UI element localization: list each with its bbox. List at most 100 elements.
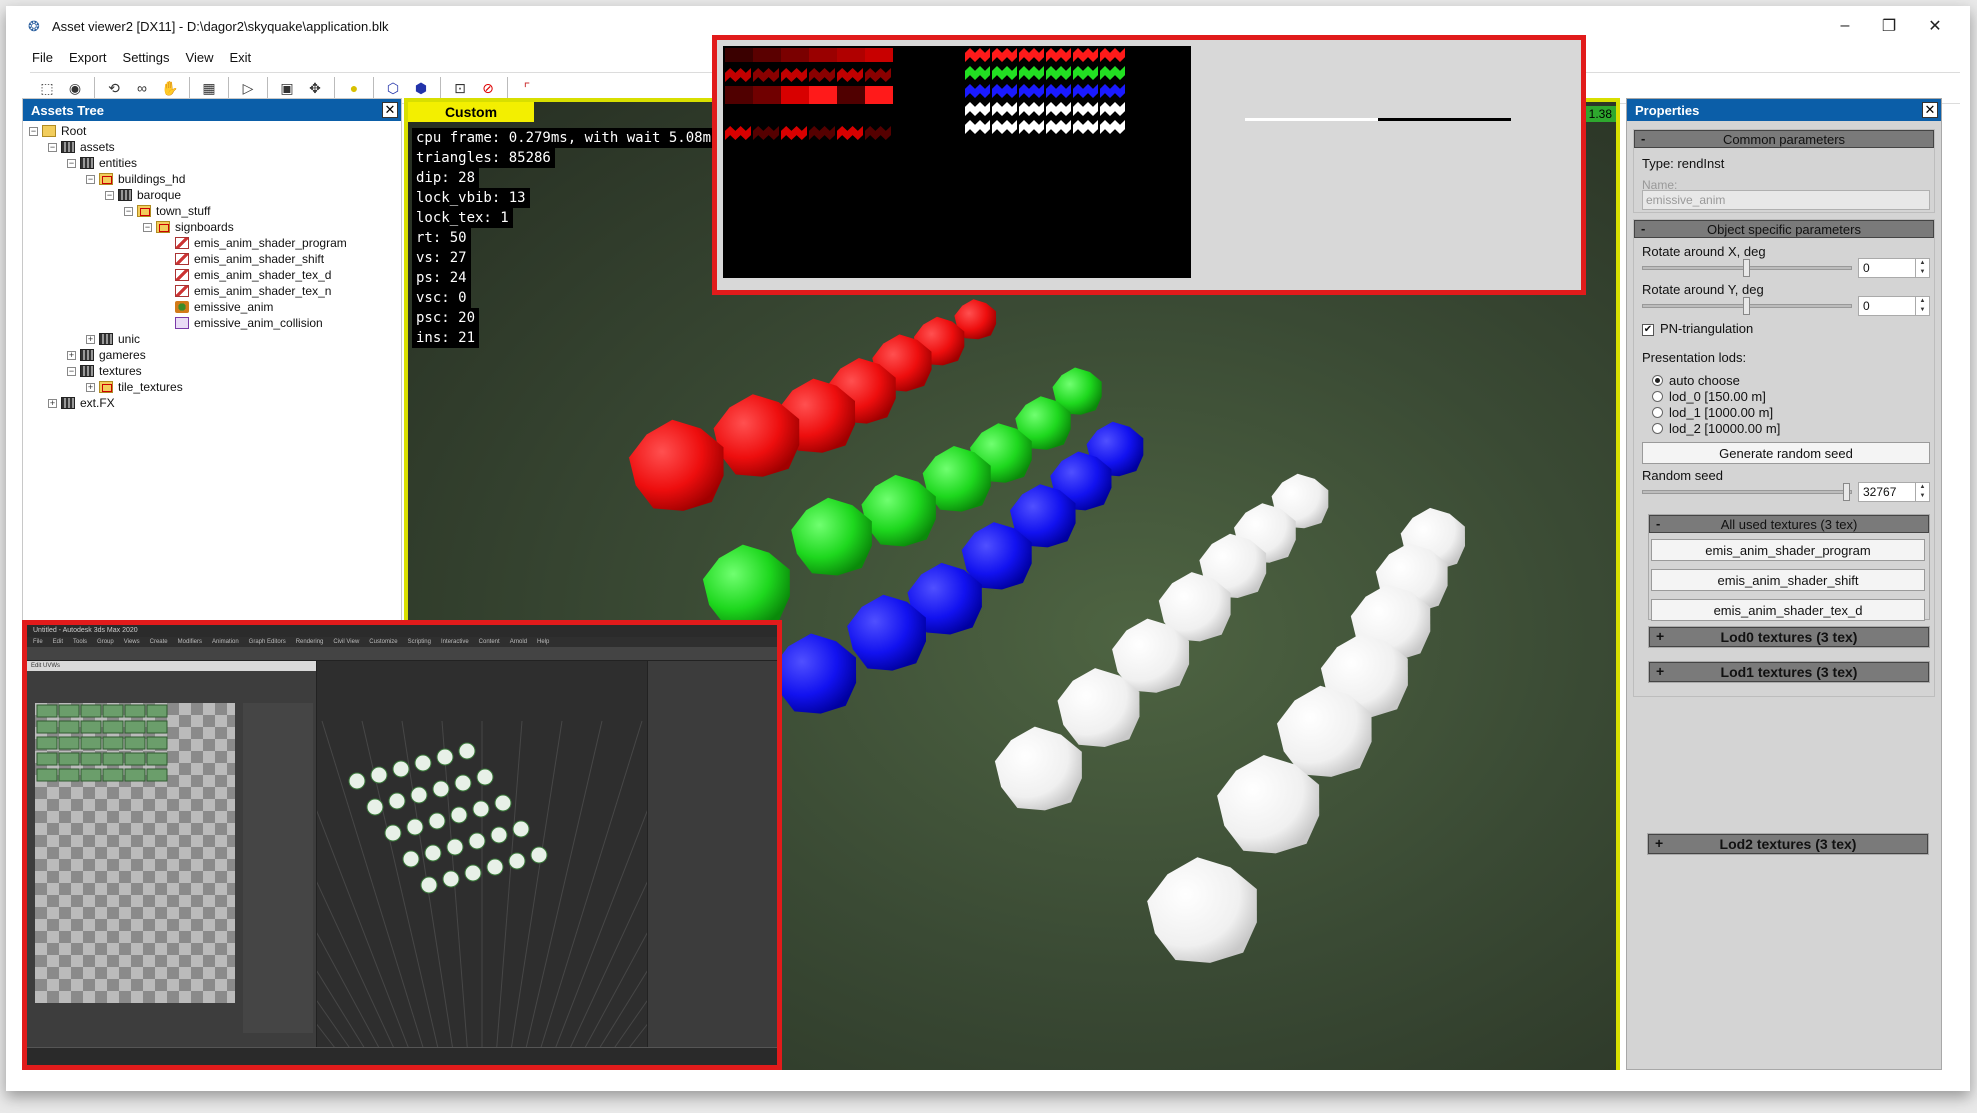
texture-cell bbox=[781, 48, 809, 62]
tree-item[interactable]: + unic bbox=[86, 331, 140, 347]
zoom-frame-icon[interactable]: ⊡ bbox=[449, 77, 471, 99]
tree-item[interactable]: − buildings_hd bbox=[86, 171, 185, 187]
texture-button[interactable]: emis_anim_shader_shift bbox=[1651, 569, 1925, 591]
rotate-y-slider-thumb[interactable] bbox=[1743, 297, 1750, 315]
window-icon[interactable]: ⌜ bbox=[516, 77, 538, 99]
no-render-icon[interactable]: ⊘ bbox=[477, 77, 499, 99]
menu-exit[interactable]: Exit bbox=[229, 50, 251, 70]
max-menu-item: Customize bbox=[369, 639, 398, 645]
menu-export[interactable]: Export bbox=[69, 50, 107, 70]
lod-option-2[interactable]: lod_2 [10000.00 m] bbox=[1652, 420, 1780, 436]
lod1-textures-header[interactable]: + Lod1 textures (3 tex) bbox=[1649, 662, 1929, 682]
light-icon[interactable]: ● bbox=[343, 77, 365, 99]
tree-item[interactable]: − signboards bbox=[143, 219, 234, 235]
uv-island bbox=[124, 768, 146, 782]
tree-expander-icon[interactable]: − bbox=[86, 174, 95, 184]
lod-option-auto[interactable]: auto choose bbox=[1652, 372, 1740, 388]
tree-expander-icon[interactable]: − bbox=[29, 126, 38, 136]
tree-expander-icon[interactable]: − bbox=[67, 158, 76, 168]
texture-button[interactable]: emis_anim_shader_tex_d bbox=[1651, 599, 1925, 621]
tree-item[interactable]: emissive_anim_collision bbox=[162, 315, 323, 331]
tree-item[interactable]: emis_anim_shader_shift bbox=[162, 251, 324, 267]
texture-cell bbox=[965, 48, 990, 62]
pn-triangulation-checkbox[interactable]: ✔ bbox=[1642, 324, 1654, 336]
tree-item[interactable]: + tile_textures bbox=[86, 379, 183, 395]
tree-expander-icon[interactable]: − bbox=[105, 190, 114, 200]
tree-expander-icon[interactable]: + bbox=[86, 334, 95, 344]
tree-item[interactable]: + ext.FX bbox=[48, 395, 115, 411]
max-menu-item: Civil View bbox=[333, 639, 360, 645]
random-seed-slider-thumb[interactable] bbox=[1843, 483, 1850, 501]
play-icon[interactable]: ▷ bbox=[237, 77, 259, 99]
rotate-y-slider[interactable] bbox=[1642, 297, 1852, 315]
random-seed-input[interactable]: 32767 ▲ ▼ bbox=[1858, 482, 1930, 502]
texture-button[interactable]: emis_anim_shader_program bbox=[1651, 539, 1925, 561]
radio-button[interactable] bbox=[1652, 390, 1663, 402]
tree-item[interactable]: − textures bbox=[67, 363, 142, 379]
spin-arrows-icon[interactable]: ▲ ▼ bbox=[1915, 483, 1929, 501]
maximize-button[interactable]: ❐ bbox=[1866, 6, 1912, 46]
tree-item[interactable]: − baroque bbox=[105, 187, 181, 203]
lod2-textures-header[interactable]: + Lod2 textures (3 tex) bbox=[1648, 834, 1928, 854]
tree-expander-icon[interactable]: + bbox=[67, 350, 76, 360]
radio-button[interactable] bbox=[1652, 422, 1663, 434]
transform-icon[interactable]: ✥ bbox=[304, 77, 326, 99]
minimize-button[interactable]: – bbox=[1822, 6, 1868, 46]
menu-settings[interactable]: Settings bbox=[123, 50, 170, 70]
texture-cell bbox=[1100, 120, 1125, 134]
assets-tree-close-button[interactable]: ✕ bbox=[382, 102, 398, 118]
rotate-x-slider-thumb[interactable] bbox=[1743, 259, 1750, 277]
lod-option-0[interactable]: lod_0 [150.00 m] bbox=[1652, 388, 1766, 404]
object-parameters-header[interactable]: - Object specific parameters bbox=[1634, 220, 1934, 238]
tree-item[interactable]: emis_anim_shader_program bbox=[162, 235, 347, 251]
rotate-x-slider[interactable] bbox=[1642, 259, 1852, 277]
spin-arrows-icon[interactable]: ▲ ▼ bbox=[1915, 297, 1929, 315]
tree-expander-icon[interactable]: − bbox=[48, 142, 57, 152]
tree-item[interactable]: emissive_anim bbox=[162, 299, 273, 315]
hand-icon[interactable]: ✋ bbox=[159, 77, 181, 99]
glasses-icon[interactable]: ∞ bbox=[131, 77, 153, 99]
tree-item[interactable]: + gameres bbox=[67, 347, 146, 363]
tree-item[interactable]: − Root bbox=[29, 123, 86, 139]
tree-item[interactable]: − assets bbox=[48, 139, 115, 155]
grid-icon[interactable]: ▦ bbox=[198, 77, 220, 99]
tree-expander-icon[interactable]: + bbox=[86, 382, 95, 392]
lod0-textures-header[interactable]: + Lod0 textures (3 tex) bbox=[1649, 627, 1929, 647]
rotate-x-input[interactable]: 0 ▲ ▼ bbox=[1858, 258, 1930, 278]
menu-view[interactable]: View bbox=[186, 50, 214, 70]
name-field[interactable]: emissive_anim bbox=[1642, 190, 1930, 210]
grid-line bbox=[565, 720, 723, 1058]
cube-icon[interactable]: ⬡ bbox=[382, 77, 404, 99]
solid-cube-icon[interactable]: ⬢ bbox=[410, 77, 432, 99]
tree-expander-icon[interactable]: + bbox=[48, 398, 57, 408]
stat-line: dip: 28 bbox=[412, 168, 480, 188]
radio-button[interactable] bbox=[1652, 406, 1663, 418]
all-textures-header[interactable]: - All used textures (3 tex) bbox=[1649, 515, 1929, 533]
tree-item[interactable]: − town_stuff bbox=[124, 203, 210, 219]
viewport-tab-custom[interactable]: Custom bbox=[408, 102, 534, 122]
frame-icon[interactable]: ⬚ bbox=[36, 77, 58, 99]
tree-item[interactable]: − entities bbox=[67, 155, 137, 171]
generate-random-seed-button[interactable]: Generate random seed bbox=[1642, 442, 1930, 464]
properties-close-button[interactable]: ✕ bbox=[1922, 102, 1938, 118]
eye-icon[interactable]: ◉ bbox=[64, 77, 86, 99]
orbit-icon[interactable]: ⟲ bbox=[103, 77, 125, 99]
uv-islands bbox=[36, 704, 168, 782]
tree-expander-icon[interactable]: − bbox=[124, 206, 133, 216]
tree-item[interactable]: emis_anim_shader_tex_n bbox=[162, 283, 331, 299]
close-button[interactable]: ✕ bbox=[1912, 6, 1958, 46]
common-parameters-header[interactable]: - Common parameters bbox=[1634, 130, 1934, 148]
random-seed-slider[interactable] bbox=[1642, 483, 1852, 501]
menu-file[interactable]: File bbox=[32, 50, 53, 70]
spin-arrows-icon[interactable]: ▲ ▼ bbox=[1915, 259, 1929, 277]
texture-cell bbox=[753, 48, 781, 62]
lod-option-1[interactable]: lod_1 [1000.00 m] bbox=[1652, 404, 1773, 420]
ri-icon bbox=[175, 301, 189, 313]
tree-expander-icon[interactable]: − bbox=[67, 366, 76, 376]
radio-button[interactable] bbox=[1652, 374, 1663, 386]
collapse-sign: - bbox=[1656, 516, 1661, 531]
tree-item[interactable]: emis_anim_shader_tex_d bbox=[162, 267, 331, 283]
tree-expander-icon[interactable]: − bbox=[143, 222, 152, 232]
rotate-y-input[interactable]: 0 ▲ ▼ bbox=[1858, 296, 1930, 316]
camera-icon[interactable]: ▣ bbox=[276, 77, 298, 99]
